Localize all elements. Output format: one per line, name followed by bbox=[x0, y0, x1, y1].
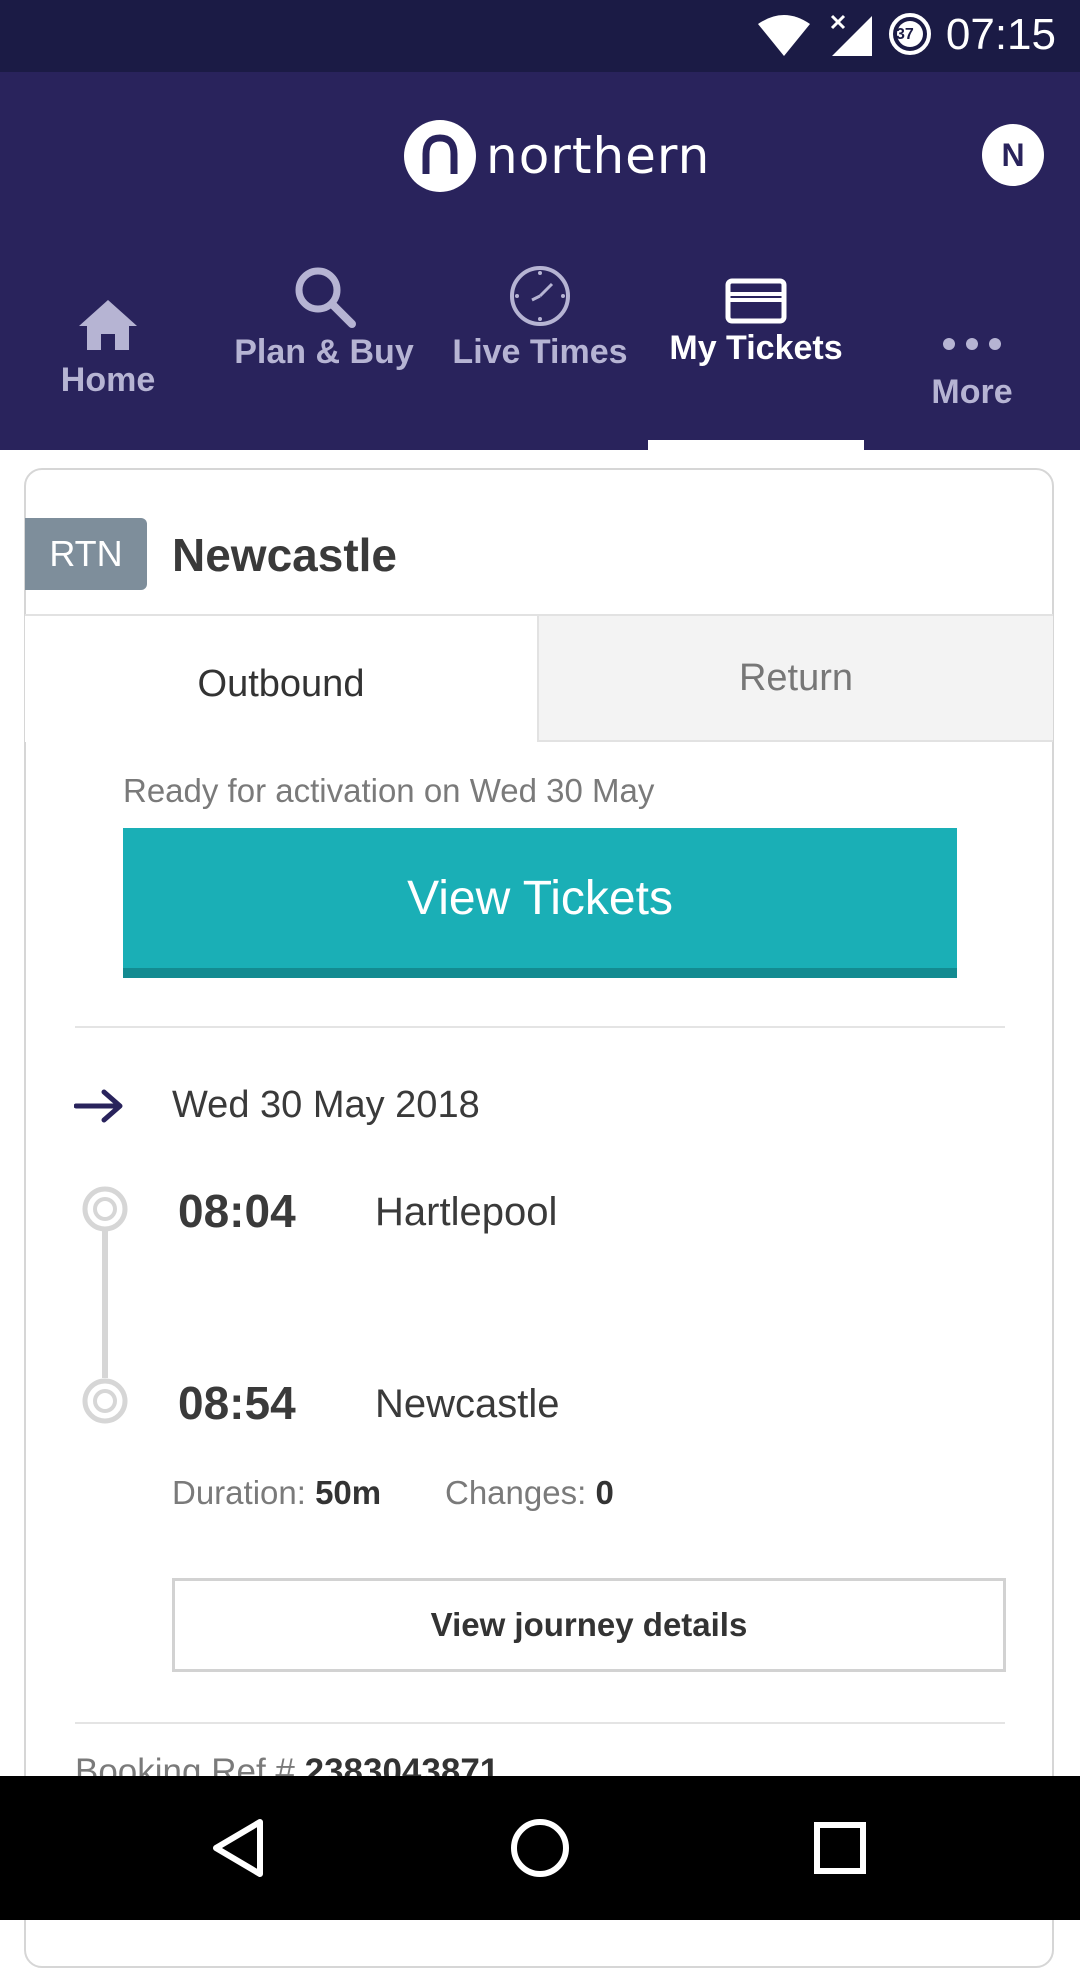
clock-icon bbox=[510, 266, 570, 326]
nav-plan-buy[interactable]: Plan & Buy bbox=[216, 252, 432, 450]
duration-value: 50m bbox=[315, 1474, 382, 1511]
view-tickets-button[interactable]: View Tickets bbox=[123, 828, 957, 978]
stop-destination-icon bbox=[82, 1378, 128, 1424]
nav-live-times[interactable]: Live Times bbox=[432, 252, 648, 450]
brand-name: northern bbox=[486, 127, 711, 185]
divider bbox=[75, 1722, 1005, 1724]
nav-label-more: More bbox=[931, 373, 1013, 411]
stop-origin-icon bbox=[82, 1186, 128, 1232]
duration-label: Duration: bbox=[172, 1474, 306, 1511]
changes-label: Changes: bbox=[445, 1474, 587, 1511]
departure-time: 08:04 bbox=[178, 1185, 296, 1237]
active-tab-indicator bbox=[648, 440, 864, 450]
northern-logo-icon bbox=[404, 120, 476, 192]
arrival-time: 08:54 bbox=[178, 1377, 296, 1429]
ticket-icon bbox=[725, 278, 787, 324]
divider bbox=[75, 1026, 1005, 1028]
ticket-destination: Newcastle bbox=[172, 529, 398, 581]
northern-logo: northern bbox=[404, 118, 710, 194]
nav-my-tickets[interactable]: My Tickets bbox=[648, 252, 864, 450]
more-icon bbox=[943, 338, 1001, 350]
nav-home[interactable]: Home bbox=[0, 252, 216, 450]
journey-tabs: Outbound Return bbox=[25, 614, 1053, 742]
wifi-icon bbox=[758, 15, 810, 56]
signal-icon bbox=[830, 14, 872, 56]
tab-return[interactable]: Return bbox=[539, 614, 1053, 742]
home-button-icon[interactable] bbox=[508, 1816, 572, 1880]
system-nav-bar bbox=[0, 1776, 1080, 1920]
arrival-station: Newcastle bbox=[375, 1382, 560, 1426]
activation-status: Ready for activation on Wed 30 May bbox=[123, 772, 655, 809]
back-icon[interactable] bbox=[208, 1816, 272, 1880]
changes-value: 0 bbox=[595, 1474, 614, 1511]
departure-station: Hartlepool bbox=[375, 1190, 558, 1234]
nav-more[interactable]: More bbox=[864, 252, 1080, 450]
status-bar: 37 07:15 bbox=[0, 0, 1080, 72]
duration: Duration: 50m bbox=[172, 1474, 381, 1512]
timeline-line bbox=[102, 1228, 108, 1378]
nav-label-plan-buy: Plan & Buy bbox=[234, 333, 414, 371]
recents-icon[interactable] bbox=[808, 1816, 872, 1880]
nav-label-home: Home bbox=[60, 361, 156, 399]
avatar[interactable]: N bbox=[982, 124, 1044, 186]
battery-level: 37 bbox=[896, 26, 914, 43]
nav-label-live-times: Live Times bbox=[452, 333, 628, 371]
tab-outbound[interactable]: Outbound bbox=[25, 614, 539, 742]
journey-date: Wed 30 May 2018 bbox=[172, 1084, 480, 1126]
status-time: 07:15 bbox=[945, 10, 1056, 59]
arrow-right-icon bbox=[74, 1089, 123, 1123]
view-journey-details-button[interactable]: View journey details bbox=[172, 1578, 1006, 1672]
app-header: northern N Home Plan & Buy Live Times My… bbox=[0, 72, 1080, 450]
search-icon bbox=[295, 267, 356, 328]
nav-label-my-tickets: My Tickets bbox=[669, 329, 843, 367]
main-nav: Home Plan & Buy Live Times My Tickets Mo… bbox=[0, 252, 1080, 450]
ticket-type-badge: RTN bbox=[25, 518, 147, 590]
home-icon bbox=[79, 300, 137, 350]
changes: Changes: 0 bbox=[445, 1474, 614, 1512]
